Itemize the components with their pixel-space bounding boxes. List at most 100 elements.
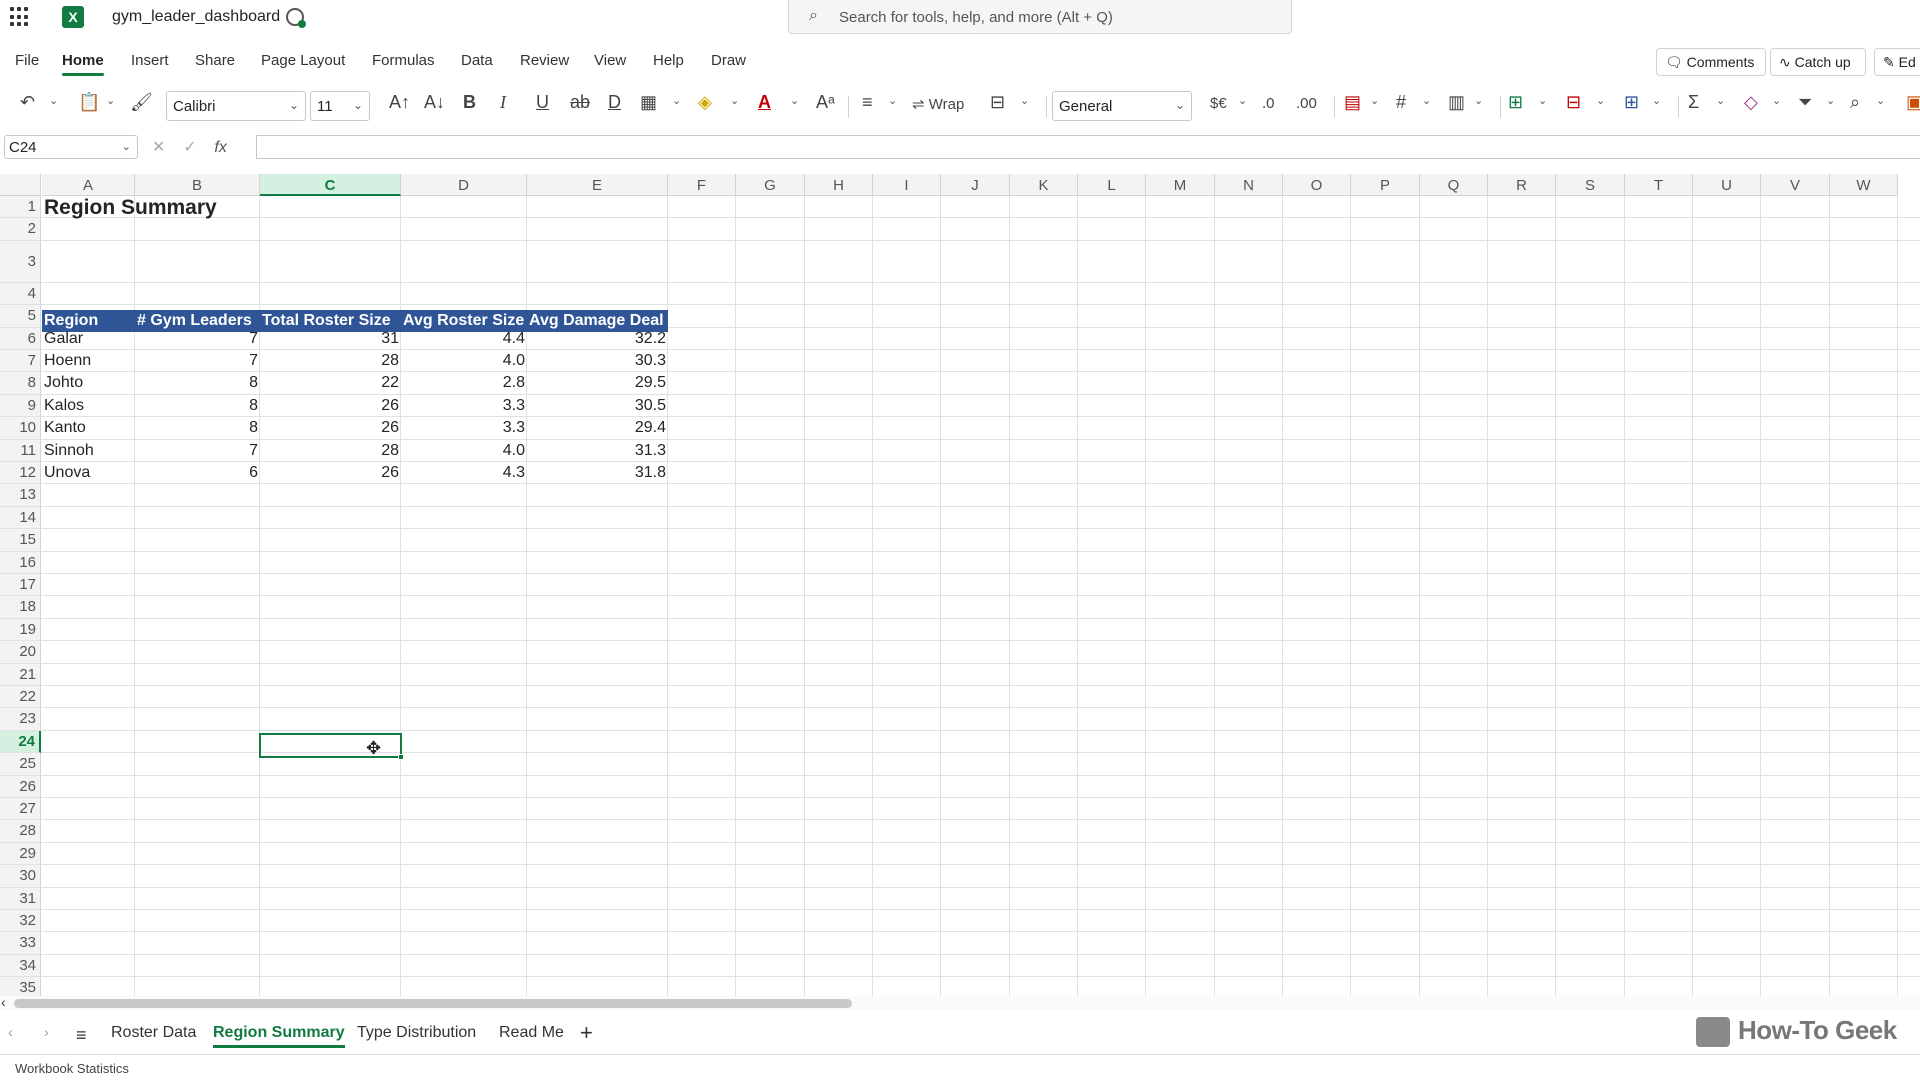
font-size-select[interactable]: 11 ⌄	[310, 91, 370, 121]
sort-filter-icon[interactable]: ⏷	[1798, 92, 1812, 113]
spreadsheet-grid[interactable]: ABCDEFGHIJKLMNOPQRSTUVW 1 2 3 4 5 6 7 8 9 10 11 12 1…	[0, 174, 1920, 998]
workbook-statistics-button[interactable]: Workbook Statistics	[15, 1061, 129, 1076]
row-header-16[interactable]: 16	[0, 551, 41, 574]
find-icon[interactable]: ⌕	[1850, 92, 1860, 113]
format-painter-icon[interactable]: 🖌	[130, 92, 153, 113]
cell-styles-dropdown-icon[interactable]: ⌄	[1474, 94, 1483, 107]
column-header-e[interactable]: E	[527, 174, 668, 196]
merge-icon[interactable]: ⊟	[990, 92, 1005, 113]
menu-home[interactable]: Home	[62, 52, 104, 76]
column-header-a[interactable]: A	[42, 174, 135, 196]
clear-dropdown-icon[interactable]: ⌄	[1772, 94, 1781, 107]
scroll-left-icon[interactable]: ‹	[1, 994, 6, 1010]
catch-up-button[interactable]: ∿ Catch up	[1770, 48, 1866, 76]
value-cell[interactable]: 6	[135, 462, 260, 484]
autosum-icon[interactable]: Σ	[1688, 92, 1699, 113]
menu-insert[interactable]: Insert	[131, 52, 169, 69]
column-header-j[interactable]: J	[941, 174, 1010, 196]
row-header-35[interactable]: 35	[0, 977, 41, 998]
row-header-32[interactable]: 32	[0, 910, 41, 933]
region-name-cell[interactable]: Johto	[42, 372, 135, 394]
region-name-cell[interactable]: Hoenn	[42, 350, 135, 372]
value-cell[interactable]: 7	[135, 440, 260, 462]
row-header-15[interactable]: 15	[0, 529, 41, 552]
find-dropdown-icon[interactable]: ⌄	[1876, 94, 1885, 107]
value-cell[interactable]: 4.3	[401, 462, 527, 484]
region-name-cell[interactable]: Kanto	[42, 417, 135, 439]
region-name-cell[interactable]: Unova	[42, 462, 135, 484]
column-header-k[interactable]: K	[1010, 174, 1078, 196]
menu-view[interactable]: View	[594, 52, 626, 69]
row-header-22[interactable]: 22	[0, 686, 41, 709]
sheet-title-cell[interactable]: Region Summary	[42, 196, 342, 219]
row-header-34[interactable]: 34	[0, 954, 41, 978]
column-header-g[interactable]: G	[736, 174, 805, 196]
row-header-2[interactable]: 2	[0, 218, 41, 241]
value-cell[interactable]: 31.3	[527, 440, 668, 462]
italic-icon[interactable]: I	[500, 92, 506, 113]
format-dropdown-icon[interactable]: ⌄	[1652, 94, 1661, 107]
addins-icon[interactable]: ▣	[1906, 92, 1920, 113]
column-header-u[interactable]: U	[1693, 174, 1761, 196]
tab-region-summary[interactable]: Region Summary	[213, 1024, 345, 1048]
comments-button[interactable]: 🗨 Comments	[1656, 48, 1766, 76]
column-header-d[interactable]: D	[401, 174, 527, 196]
tab-type-distribution[interactable]: Type Distribution	[357, 1024, 476, 1042]
document-title[interactable]: gym_leader_dashboard	[112, 8, 280, 26]
row-header-28[interactable]: 28	[0, 820, 41, 843]
all-sheets-icon[interactable]: ≡	[76, 1025, 87, 1046]
conditional-format-icon[interactable]: ▤	[1344, 92, 1361, 113]
confirm-icon[interactable]: ✓	[183, 139, 196, 156]
insert-dropdown-icon[interactable]: ⌄	[1538, 94, 1547, 107]
row-header-3[interactable]: 3	[0, 240, 41, 283]
decrease-decimal-icon[interactable]: .0	[1262, 95, 1275, 112]
formula-input[interactable]	[256, 135, 1920, 159]
value-cell[interactable]: 26	[260, 395, 401, 417]
undo-dropdown-icon[interactable]: ⌄	[49, 94, 58, 107]
row-header-13[interactable]: 13	[0, 484, 41, 507]
column-header-b[interactable]: B	[135, 174, 260, 196]
undo-icon[interactable]: ↶	[20, 92, 35, 113]
row-header-29[interactable]: 29	[0, 842, 41, 866]
menu-help[interactable]: Help	[653, 52, 684, 69]
row-header-21[interactable]: 21	[0, 663, 41, 686]
tab-read-me[interactable]: Read Me	[499, 1024, 564, 1042]
delete-dropdown-icon[interactable]: ⌄	[1596, 94, 1605, 107]
wrap-text-button[interactable]: ⇌ Wrap	[912, 95, 964, 113]
format-table-dropdown-icon[interactable]: ⌄	[1422, 94, 1431, 107]
value-cell[interactable]: 30.3	[527, 350, 668, 372]
increase-font-icon[interactable]: A↑	[389, 92, 410, 113]
column-header-q[interactable]: Q	[1420, 174, 1488, 196]
value-cell[interactable]: 7	[135, 350, 260, 372]
column-header-o[interactable]: O	[1283, 174, 1351, 196]
row-header-27[interactable]: 27	[0, 798, 41, 821]
text-effects-icon[interactable]: Aᵃ	[816, 92, 835, 113]
row-header-12[interactable]: 12	[0, 462, 41, 485]
strikethrough-icon[interactable]: ab	[570, 92, 590, 113]
name-box[interactable]: C24 ⌄	[4, 135, 138, 159]
value-cell[interactable]: 26	[260, 462, 401, 484]
align-icon[interactable]: ≡	[862, 92, 873, 113]
value-cell[interactable]: 3.3	[401, 395, 527, 417]
column-header-m[interactable]: M	[1146, 174, 1215, 196]
paste-dropdown-icon[interactable]: ⌄	[106, 94, 115, 107]
column-header-h[interactable]: H	[805, 174, 873, 196]
font-color-dropdown-icon[interactable]: ⌄	[790, 94, 799, 107]
value-cell[interactable]: 4.0	[401, 350, 527, 372]
format-table-icon[interactable]: #	[1396, 92, 1406, 113]
cancel-icon[interactable]: ✕	[152, 139, 165, 156]
column-header-v[interactable]: V	[1761, 174, 1830, 196]
number-format-select[interactable]: General ⌄	[1052, 91, 1192, 121]
scrollbar-thumb[interactable]	[14, 999, 852, 1008]
row-header-9[interactable]: 9	[0, 394, 41, 418]
column-header-t[interactable]: T	[1625, 174, 1693, 196]
row-header-26[interactable]: 26	[0, 775, 41, 798]
region-name-cell[interactable]: Kalos	[42, 395, 135, 417]
row-header-7[interactable]: 7	[0, 350, 41, 373]
row-header-30[interactable]: 30	[0, 865, 41, 888]
fill-color-icon[interactable]: ◈	[698, 92, 712, 113]
horizontal-scrollbar[interactable]: ‹	[0, 994, 1920, 1010]
menu-page-layout[interactable]: Page Layout	[261, 52, 345, 69]
region-name-cell[interactable]: Galar	[42, 328, 135, 350]
prev-sheet-icon[interactable]: ‹	[8, 1024, 13, 1040]
